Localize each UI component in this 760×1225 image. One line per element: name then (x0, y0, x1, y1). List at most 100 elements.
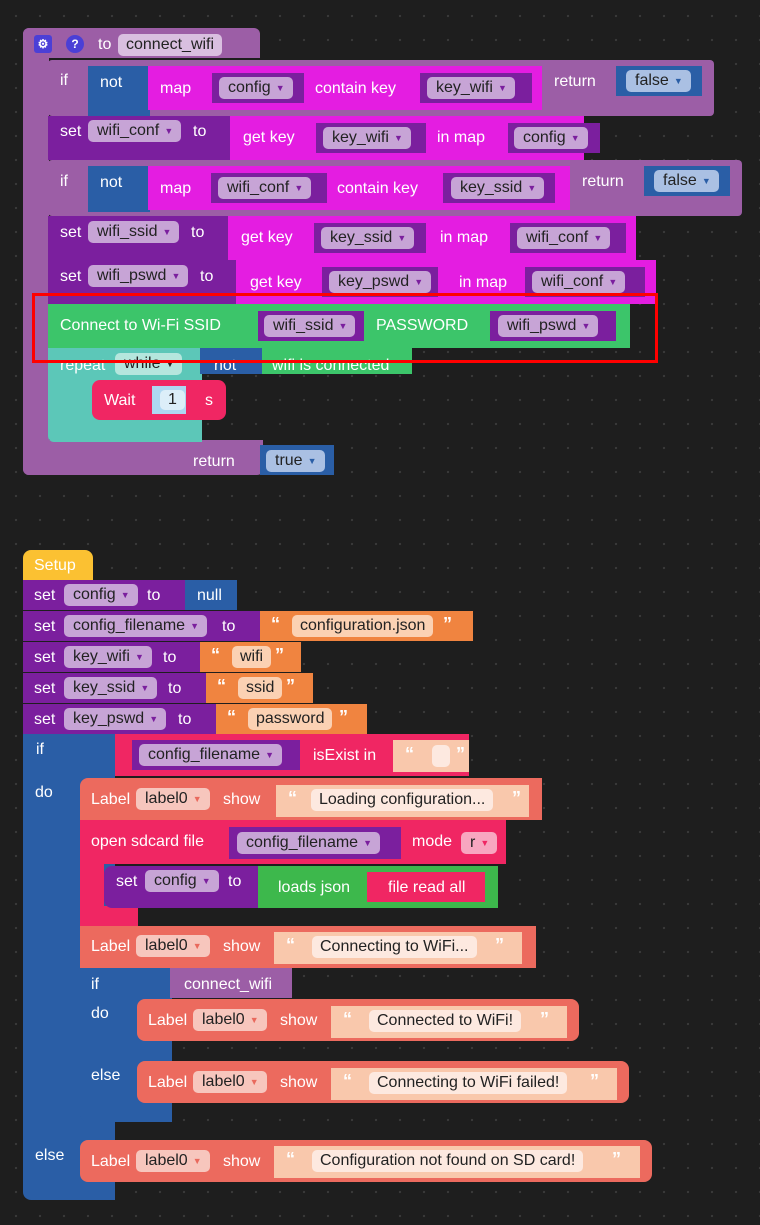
dropdown-arrow-icon: ▼ (249, 1015, 259, 1025)
variable-dropdown[interactable]: wifi_ssid ▼ (88, 221, 180, 243)
variable-dropdown[interactable]: config ▼ (145, 870, 219, 892)
keyword-set: set (34, 711, 56, 728)
close-quote-icon: ” (275, 645, 284, 665)
text-field[interactable]: Connecting to WiFi failed! (369, 1072, 568, 1094)
procedure-name-field[interactable]: connect_wifi (118, 34, 223, 56)
close-quote-icon: ” (456, 744, 465, 764)
dropdown-arrow-icon: ▼ (192, 1156, 202, 1166)
keyword-open-sdcard-file: open sdcard file (91, 833, 204, 850)
keyword-in-map: in map (440, 229, 489, 246)
keyword-set: set (34, 618, 56, 635)
text-field[interactable]: ssid (238, 677, 283, 699)
label-dropdown[interactable]: label0 ▼ (193, 1071, 267, 1093)
variable-dropdown[interactable]: wifi_conf ▼ (532, 271, 626, 293)
text-field[interactable]: wifi (232, 646, 272, 668)
variable-dropdown[interactable]: key_wifi ▼ (427, 77, 515, 99)
variable-dropdown[interactable]: key_ssid ▼ (64, 677, 158, 699)
keyword-set: set (116, 873, 138, 890)
dropdown-arrow-icon: ▼ (294, 183, 304, 193)
text-field[interactable]: Loading configuration... (311, 789, 494, 811)
dropdown-arrow-icon: ▼ (192, 794, 202, 804)
keyword-in-map: in map (437, 129, 486, 146)
keyword-to: to (191, 224, 205, 241)
variable-dropdown[interactable]: wifi_pswd ▼ (88, 265, 189, 287)
procedure-frame-left (23, 28, 49, 475)
close-quote-icon: ” (512, 788, 521, 808)
keyword-not: not (100, 74, 123, 91)
variable-dropdown[interactable]: key_pswd ▼ (329, 271, 432, 293)
keyword-if: if (60, 72, 68, 89)
boolean-dropdown[interactable]: true ▼ (266, 450, 325, 472)
keyword-in-map: in map (459, 274, 508, 291)
keyword-return: return (582, 173, 624, 190)
keyword-contain-key: contain key (315, 80, 396, 97)
boolean-dropdown[interactable]: false ▼ (626, 70, 691, 92)
path-text-field[interactable] (432, 745, 450, 767)
variable-dropdown[interactable]: config_filename ▼ (237, 832, 381, 854)
dropdown-arrow-icon: ▼ (701, 176, 711, 186)
label-dropdown[interactable]: label0 ▼ (136, 1150, 210, 1172)
keyword-show: show (223, 791, 261, 808)
variable-dropdown[interactable]: config_filename ▼ (139, 744, 283, 766)
dropdown-arrow-icon: ▼ (397, 233, 407, 243)
variable-dropdown[interactable]: key_wifi ▼ (64, 646, 152, 668)
variable-dropdown[interactable]: wifi_conf ▼ (88, 120, 182, 142)
open-quote-icon: “ (227, 707, 236, 727)
open-quote-icon: “ (405, 744, 414, 764)
dropdown-arrow-icon: ▼ (120, 590, 130, 600)
variable-dropdown[interactable]: key_wifi ▼ (323, 127, 411, 149)
keyword-show: show (223, 938, 261, 955)
keyword-set: set (60, 123, 82, 140)
variable-dropdown[interactable]: wifi_conf ▼ (218, 177, 312, 199)
dropdown-arrow-icon: ▼ (608, 277, 618, 287)
dropdown-arrow-icon: ▼ (393, 133, 403, 143)
dropdown-arrow-icon: ▼ (162, 227, 172, 237)
close-quote-icon: ” (540, 1009, 549, 1029)
gear-icon[interactable]: ⚙ (34, 35, 52, 53)
open-quote-icon: “ (217, 676, 226, 696)
label-dropdown[interactable]: label0 ▼ (136, 788, 210, 810)
dropdown-arrow-icon: ▼ (497, 83, 507, 93)
label-dropdown[interactable]: label0 ▼ (193, 1009, 267, 1031)
text-field[interactable]: Configuration not found on SD card! (312, 1150, 584, 1172)
keyword-label: Label (91, 1153, 131, 1170)
text-field[interactable]: Connected to WiFi! (369, 1010, 522, 1032)
variable-dropdown[interactable]: config ▼ (514, 127, 588, 149)
keyword-do: do (91, 1005, 109, 1022)
keyword-file-read-all: file read all (388, 879, 466, 896)
close-quote-icon: ” (612, 1149, 621, 1169)
keyword-set: set (34, 587, 56, 604)
close-quote-icon: ” (339, 707, 348, 727)
dropdown-arrow-icon: ▼ (480, 838, 490, 848)
keyword-else: else (91, 1067, 121, 1084)
keyword-contain-key: contain key (337, 180, 418, 197)
close-quote-icon: ” (443, 614, 452, 634)
keyword-label: Label (148, 1074, 188, 1091)
keyword-set: set (34, 680, 56, 697)
text-field[interactable]: Connecting to WiFi... (312, 936, 477, 958)
keyword-set: set (34, 649, 56, 666)
variable-dropdown[interactable]: config ▼ (219, 77, 293, 99)
keyword-label: Label (148, 1012, 188, 1029)
keyword-wait: Wait (104, 392, 136, 409)
dropdown-arrow-icon: ▼ (307, 456, 317, 466)
text-field[interactable]: configuration.json (292, 615, 434, 637)
keyword-to: to (222, 618, 236, 635)
help-icon[interactable]: ? (66, 35, 84, 53)
keyword-label: Label (91, 791, 131, 808)
boolean-dropdown[interactable]: false ▼ (654, 170, 719, 192)
wait-seconds-field[interactable]: 1 (160, 390, 185, 410)
dropdown-arrow-icon: ▼ (149, 714, 159, 724)
variable-dropdown[interactable]: wifi_conf ▼ (517, 227, 611, 249)
dropdown-arrow-icon: ▼ (249, 1077, 259, 1087)
variable-dropdown[interactable]: key_pswd ▼ (64, 708, 167, 730)
keyword-label: Label (91, 938, 131, 955)
text-field[interactable]: password (248, 708, 333, 730)
variable-dropdown[interactable]: config ▼ (64, 584, 138, 606)
variable-dropdown[interactable]: config_filename ▼ (64, 615, 208, 637)
variable-dropdown[interactable]: key_ssid ▼ (321, 227, 415, 249)
mode-dropdown[interactable]: r ▼ (461, 832, 498, 854)
label-dropdown[interactable]: label0 ▼ (136, 935, 210, 957)
dropdown-arrow-icon: ▼ (527, 183, 537, 193)
variable-dropdown[interactable]: key_ssid ▼ (451, 177, 545, 199)
